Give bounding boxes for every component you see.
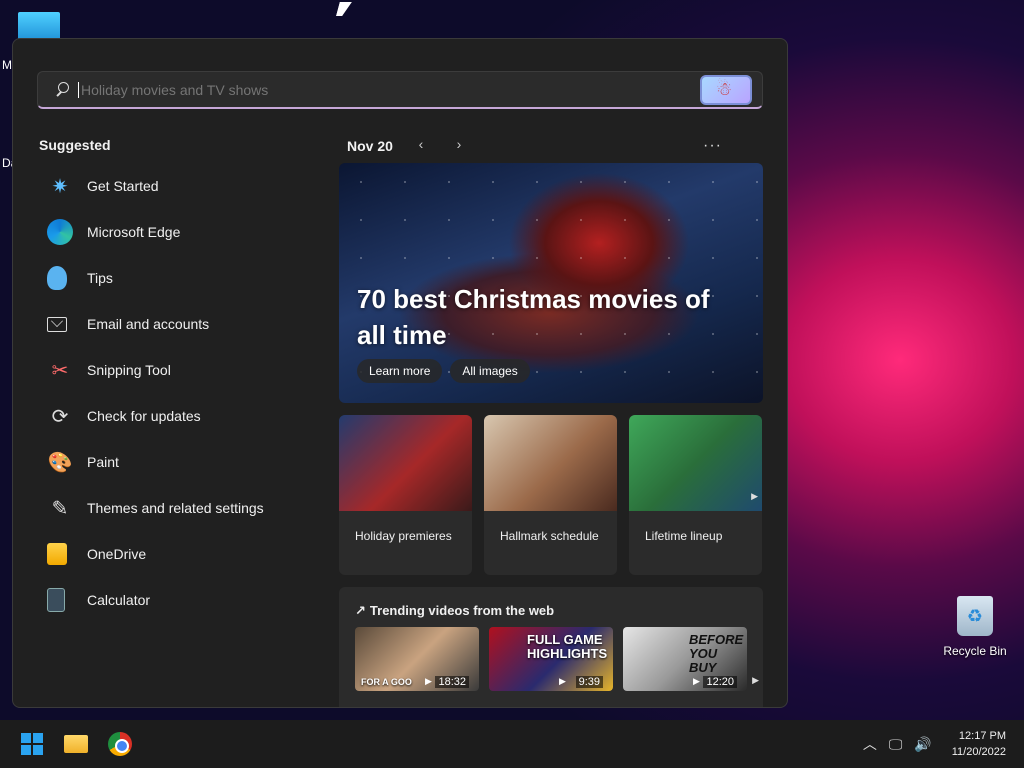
trending-videos-section: ↗ Trending videos from the web FOR A GOO …: [339, 587, 763, 707]
trending-heading: ↗ Trending videos from the web: [355, 603, 554, 619]
suggested-item-label: Email and accounts: [87, 316, 210, 332]
tips-icon: [47, 266, 67, 290]
suggested-item-snipping-tool[interactable]: ✂ Snipping Tool: [39, 347, 319, 393]
play-next-icon[interactable]: ▶: [751, 491, 758, 502]
topic-card-lifetime-lineup[interactable]: ▶ Lifetime lineup: [629, 415, 762, 575]
trending-video-list: FOR A GOO ▶ 18:32 FULL GAME HIGHLIGHTS ▶…: [355, 627, 747, 691]
suggested-item-label: Get Started: [87, 178, 159, 194]
video-duration: 12:20: [703, 676, 737, 688]
get-started-icon: ✷: [51, 175, 69, 198]
suggested-item-tips[interactable]: Tips: [39, 255, 319, 301]
suggested-item-label: Tips: [87, 270, 113, 286]
suggested-item-label: Paint: [87, 454, 119, 470]
system-tray: ︿ 🖵 🔊 12:17 PM 11/20/2022: [863, 720, 1024, 768]
scroll-right-icon[interactable]: ▶: [752, 675, 759, 686]
suggested-item-onedrive[interactable]: OneDrive: [39, 531, 319, 577]
chevron-left-icon[interactable]: ‹: [411, 136, 431, 156]
search-box[interactable]: [37, 71, 763, 109]
topic-card-holiday-premieres[interactable]: Holiday premieres: [339, 415, 472, 575]
desktop-label-fragment: M: [2, 58, 12, 72]
suggested-item-label: Check for updates: [87, 408, 201, 424]
play-icon: ▶: [693, 676, 700, 686]
mail-icon: [47, 316, 67, 332]
search-highlight-icon[interactable]: [700, 75, 752, 105]
chevron-up-icon[interactable]: ︿: [863, 734, 877, 754]
hero-actions: Learn more All images: [357, 359, 530, 383]
search-icon: [54, 81, 70, 98]
suggested-item-paint[interactable]: 🎨 Paint: [39, 439, 319, 485]
brush-icon: ✎: [51, 497, 69, 520]
suggested-item-check-updates[interactable]: ⟳ Check for updates: [39, 393, 319, 439]
suggested-item-label: Calculator: [87, 592, 151, 608]
start-button[interactable]: [12, 724, 52, 764]
taskbar: ︿ 🖵 🔊 12:17 PM 11/20/2022: [0, 720, 1024, 768]
play-icon: ▶: [425, 676, 432, 686]
video-duration: 18:32: [435, 676, 469, 688]
topic-cards: Holiday premieres Hallmark schedule ▶ Li…: [339, 415, 763, 575]
snipping-tool-icon: ✂: [51, 359, 69, 382]
clock-time: 12:17 PM: [958, 730, 1006, 742]
hero-headline: 70 best Christmas movies of all time: [357, 284, 710, 350]
play-icon: ▶: [559, 676, 566, 686]
all-images-button[interactable]: All images: [450, 359, 530, 383]
video-thumbnail[interactable]: FOR A GOO ▶ 18:32: [355, 627, 479, 691]
chrome-icon: [108, 732, 132, 756]
feed-date-row: Nov 20 ‹ › ···: [347, 135, 727, 157]
card-caption: Holiday premieres: [355, 529, 452, 543]
suggested-item-label: OneDrive: [87, 546, 147, 562]
volume-icon[interactable]: 🔊: [914, 736, 931, 753]
suggested-item-themes[interactable]: ✎ Themes and related settings: [39, 485, 319, 531]
update-icon: ⟳: [51, 405, 69, 428]
topic-card-hallmark-schedule[interactable]: Hallmark schedule: [484, 415, 617, 575]
video-duration: 9:39: [575, 676, 603, 688]
paint-icon: 🎨: [47, 451, 73, 474]
card-thumbnail: [339, 415, 472, 511]
windows-logo-icon: [21, 733, 43, 755]
edge-icon: [47, 219, 73, 245]
recycle-bin-icon: [957, 596, 993, 636]
card-caption: Hallmark schedule: [500, 529, 599, 543]
video-thumbnail[interactable]: BEFORE YOU BUY ▶ 12:20: [623, 627, 747, 691]
folder-icon: [64, 735, 88, 753]
video-overlay-text: FULL GAME HIGHLIGHTS: [527, 632, 608, 661]
suggested-item-microsoft-edge[interactable]: Microsoft Edge: [39, 209, 319, 255]
clock-date: 11/20/2022: [951, 746, 1006, 758]
card-thumbnail: [484, 415, 617, 511]
video-overlay-text: FOR A GOO: [361, 677, 412, 687]
suggested-item-get-started[interactable]: ✷ Get Started: [39, 163, 319, 209]
card-thumbnail: [629, 415, 762, 511]
trending-arrow-icon: ↗: [355, 603, 366, 618]
calculator-icon: [47, 588, 65, 612]
suggested-item-label: Themes and related settings: [87, 500, 264, 516]
recycle-bin-label: Recycle Bin: [943, 644, 1007, 658]
recycle-bin-shortcut[interactable]: Recycle Bin: [940, 596, 1010, 660]
clock[interactable]: 12:17 PM 11/20/2022: [952, 728, 1006, 760]
suggested-item-label: Microsoft Edge: [87, 224, 181, 240]
file-explorer-button[interactable]: [56, 724, 96, 764]
video-overlay-text: BEFORE YOU BUY: [689, 632, 744, 675]
mouse-cursor-icon: [336, 2, 352, 16]
suggested-list: ✷ Get Started Microsoft Edge Tips Email …: [39, 163, 319, 623]
suggested-heading: Suggested: [39, 137, 111, 153]
network-icon[interactable]: 🖵: [889, 736, 903, 753]
chevron-right-icon[interactable]: ›: [449, 136, 469, 156]
suggested-item-label: Snipping Tool: [87, 362, 171, 378]
suggested-item-email-accounts[interactable]: Email and accounts: [39, 301, 319, 347]
more-options-icon[interactable]: ···: [703, 137, 722, 155]
card-caption: Lifetime lineup: [645, 529, 723, 543]
hero-card[interactable]: 70 best Christmas movies of all time Lea…: [339, 163, 763, 403]
onedrive-icon: [47, 543, 67, 565]
video-thumbnail[interactable]: FULL GAME HIGHLIGHTS ▶ 9:39: [489, 627, 613, 691]
suggested-item-calculator[interactable]: Calculator: [39, 577, 319, 623]
feed-date: Nov 20: [347, 138, 393, 154]
search-input[interactable]: [78, 81, 678, 98]
search-panel: Suggested ✷ Get Started Microsoft Edge T…: [12, 38, 788, 708]
trending-title: Trending videos from the web: [369, 603, 555, 618]
chrome-button[interactable]: [100, 724, 140, 764]
learn-more-button[interactable]: Learn more: [357, 359, 443, 383]
